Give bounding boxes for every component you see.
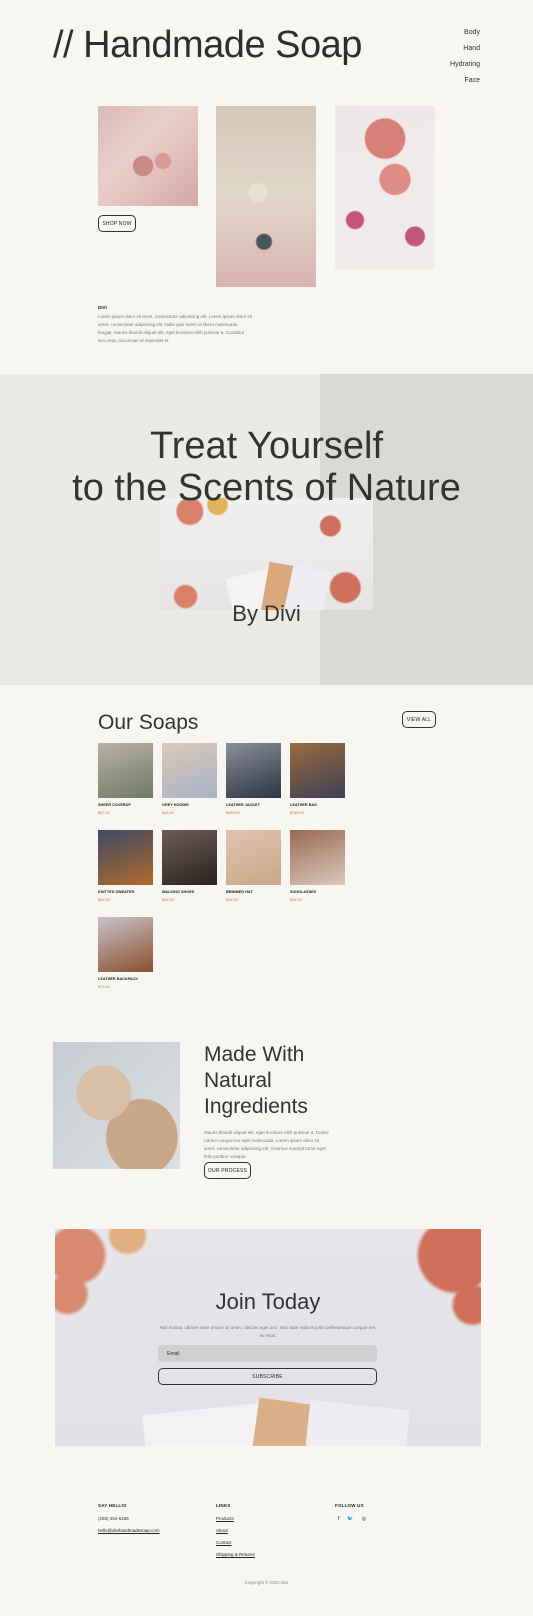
join-heading: Join Today <box>215 1289 321 1314</box>
footer-link-shipping[interactable]: Shipping & Returns <box>216 1552 255 1557</box>
product-price: $53.00 <box>162 898 174 902</box>
twitter-icon[interactable]: 🐦 <box>347 1516 353 1522</box>
soap-tray-photo <box>216 106 316 287</box>
product-card[interactable]: SHEER COVERUP $57.00 <box>98 743 153 815</box>
nav-hydrating[interactable]: Hydrating <box>450 57 480 73</box>
nav-hand[interactable]: Hand <box>450 41 480 57</box>
product-image[interactable] <box>162 743 217 798</box>
product-name[interactable]: GREY HOODIE <box>162 803 217 807</box>
product-price: $57.00 <box>98 811 110 815</box>
hero-subtitle: By Divi <box>232 601 301 626</box>
product-image[interactable] <box>98 743 153 798</box>
product-card[interactable]: BRIMMED HAT $18.00 <box>226 830 281 902</box>
product-image[interactable] <box>290 830 345 885</box>
product-price: $63.00 <box>98 898 110 902</box>
product-price: $289.00 <box>226 811 240 815</box>
product-name[interactable]: SUNGLASSES <box>290 890 345 894</box>
hero-soap-photo <box>160 498 373 610</box>
email-field[interactable] <box>158 1345 377 1362</box>
product-card[interactable]: GREY HOODIE $15.00 <box>162 743 217 815</box>
blurb-text: Lorem ipsum dolor sit amet, consectetur … <box>98 314 252 343</box>
footer-link-about[interactable]: About <box>216 1528 228 1533</box>
copyright: Copyright © 2022 Divi <box>244 1580 289 1585</box>
hero-title-line2: to the Scents of Nature <box>72 467 461 509</box>
footer-links-heading: LINKS <box>216 1503 231 1508</box>
soaps-heading: Our Soaps <box>98 711 199 734</box>
product-name[interactable]: LEATHER JACKET <box>226 803 281 807</box>
product-image[interactable] <box>290 743 345 798</box>
footer-link-contact[interactable]: Contact <box>216 1540 232 1545</box>
soap-towel-photo <box>98 106 198 206</box>
product-name[interactable]: KNITTED SWEATER <box>98 890 153 894</box>
product-price: $18.00 <box>226 898 238 902</box>
natural-soap-photo <box>53 1042 180 1169</box>
site-title[interactable]: // Handmade Soap <box>53 24 362 67</box>
pink-soap-photo <box>335 106 435 269</box>
footer-say-hello: SAY HELLO! <box>98 1503 127 1508</box>
product-price: $46.00 <box>290 898 302 902</box>
product-name[interactable]: BRIMMED HAT <box>226 890 281 894</box>
ingredients-text: Mauris blandit aliquet elit, eget tincid… <box>204 1130 329 1159</box>
footer-email-link[interactable]: hello@divihandmadesoap.com <box>98 1528 160 1533</box>
footer-phone: (255) 352-6258 <box>98 1516 129 1521</box>
product-image[interactable] <box>226 743 281 798</box>
product-price: $70.00 <box>98 985 110 989</box>
product-name[interactable]: WALKING SHOES <box>162 890 217 894</box>
product-card[interactable]: LEATHER BACKPACK $70.00 <box>98 917 153 989</box>
product-image[interactable] <box>162 830 217 885</box>
facebook-icon[interactable]: f <box>338 1516 339 1522</box>
blurb-title: DIVI <box>98 305 107 310</box>
main-nav: Body Hand Hydrating Face <box>450 25 480 89</box>
nav-face[interactable]: Face <box>450 73 480 89</box>
hero-title: Treat Yourself to the Scents of Nature <box>0 425 533 509</box>
product-image[interactable] <box>98 917 153 972</box>
hero-title-line1: Treat Yourself <box>149 425 384 467</box>
product-card[interactable]: KNITTED SWEATER $63.00 <box>98 830 153 902</box>
product-name[interactable]: LEATHER BAG <box>290 803 345 807</box>
ingredients-heading: Made With Natural Ingredients <box>204 1043 308 1118</box>
product-card[interactable]: SUNGLASSES $46.00 <box>290 830 345 902</box>
footer-follow-heading: FOLLOW US <box>335 1503 364 1508</box>
subscribe-button[interactable]: SUBSCRIBE <box>158 1368 377 1385</box>
product-image[interactable] <box>226 830 281 885</box>
instagram-icon[interactable]: ◎ <box>362 1516 366 1522</box>
product-name[interactable]: SHEER COVERUP <box>98 803 153 807</box>
product-name[interactable]: LEATHER BACKPACK <box>98 977 153 981</box>
our-process-button[interactable]: OUR PROCESS <box>204 1162 251 1179</box>
product-card[interactable]: LEATHER BAG $765.00 <box>290 743 345 815</box>
product-image[interactable] <box>98 830 153 885</box>
nav-body[interactable]: Body <box>450 25 480 41</box>
social-links: f 🐦 ◎ <box>338 1516 366 1522</box>
view-all-button[interactable]: VIEW ALL <box>402 711 436 728</box>
join-text: Nisl massa, ultrices vitae ornare sit am… <box>159 1325 377 1338</box>
product-card[interactable]: WALKING SHOES $53.00 <box>162 830 217 902</box>
footer-link-products[interactable]: Products <box>216 1516 234 1521</box>
product-card[interactable]: LEATHER JACKET $289.00 <box>226 743 281 815</box>
product-price: $15.00 <box>162 811 174 815</box>
product-price: $765.00 <box>290 811 304 815</box>
shop-now-button[interactable]: SHOP NOW <box>98 215 136 232</box>
